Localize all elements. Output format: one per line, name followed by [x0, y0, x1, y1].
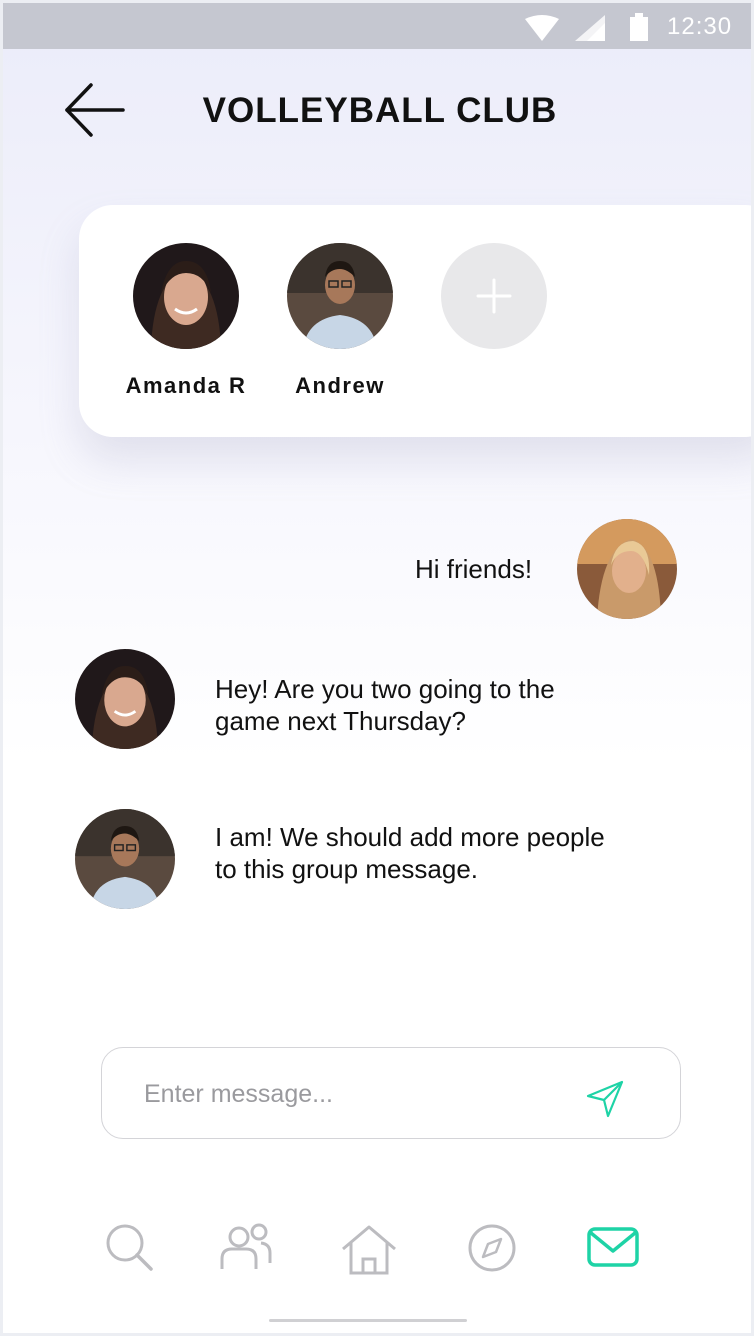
- avatar-self: [577, 519, 677, 619]
- members-card: Amanda R Andrew: [79, 205, 751, 437]
- status-bar: 12:30: [3, 3, 751, 49]
- avatar: [133, 243, 239, 349]
- message-text-amanda: Hey! Are you two going to the game next …: [215, 673, 555, 737]
- status-time: 12:30: [667, 13, 733, 40]
- page-title: VOLLEYBALL CLUB: [202, 91, 558, 130]
- home-icon[interactable]: [341, 1225, 397, 1280]
- signal-icon: [575, 15, 605, 46]
- message-composer: [101, 1047, 681, 1139]
- avatar-andrew: [75, 809, 175, 909]
- battery-icon: [629, 13, 649, 46]
- home-indicator: [269, 1319, 467, 1322]
- message-text-self: Hi friends!: [415, 554, 533, 584]
- member-amanda[interactable]: Amanda R: [111, 243, 261, 399]
- plus-icon: [476, 278, 512, 314]
- wifi-icon: [525, 15, 559, 46]
- send-icon[interactable]: [586, 1080, 624, 1123]
- add-member-button[interactable]: [441, 243, 547, 349]
- member-name: Amanda R: [125, 373, 247, 398]
- message-line: I am! We should add more people: [215, 822, 605, 852]
- people-icon[interactable]: [219, 1223, 273, 1276]
- member-name: Andrew: [295, 373, 385, 398]
- avatar-amanda: [75, 649, 175, 749]
- phone-screen: 12:30 VOLLEYBALL CLUB Amanda R Andrew Hi…: [0, 0, 754, 1336]
- avatar: [287, 243, 393, 349]
- search-icon[interactable]: [103, 1221, 155, 1278]
- message-line: Hey! Are you two going to the: [215, 674, 555, 704]
- message-line: to this group message.: [215, 854, 479, 884]
- message-input[interactable]: [144, 1074, 564, 1114]
- member-andrew[interactable]: Andrew: [265, 243, 415, 399]
- message-text-andrew: I am! We should add more people to this …: [215, 821, 605, 885]
- message-line: game next Thursday?: [215, 706, 466, 736]
- compass-icon[interactable]: [467, 1223, 517, 1278]
- mail-icon[interactable]: [587, 1227, 639, 1272]
